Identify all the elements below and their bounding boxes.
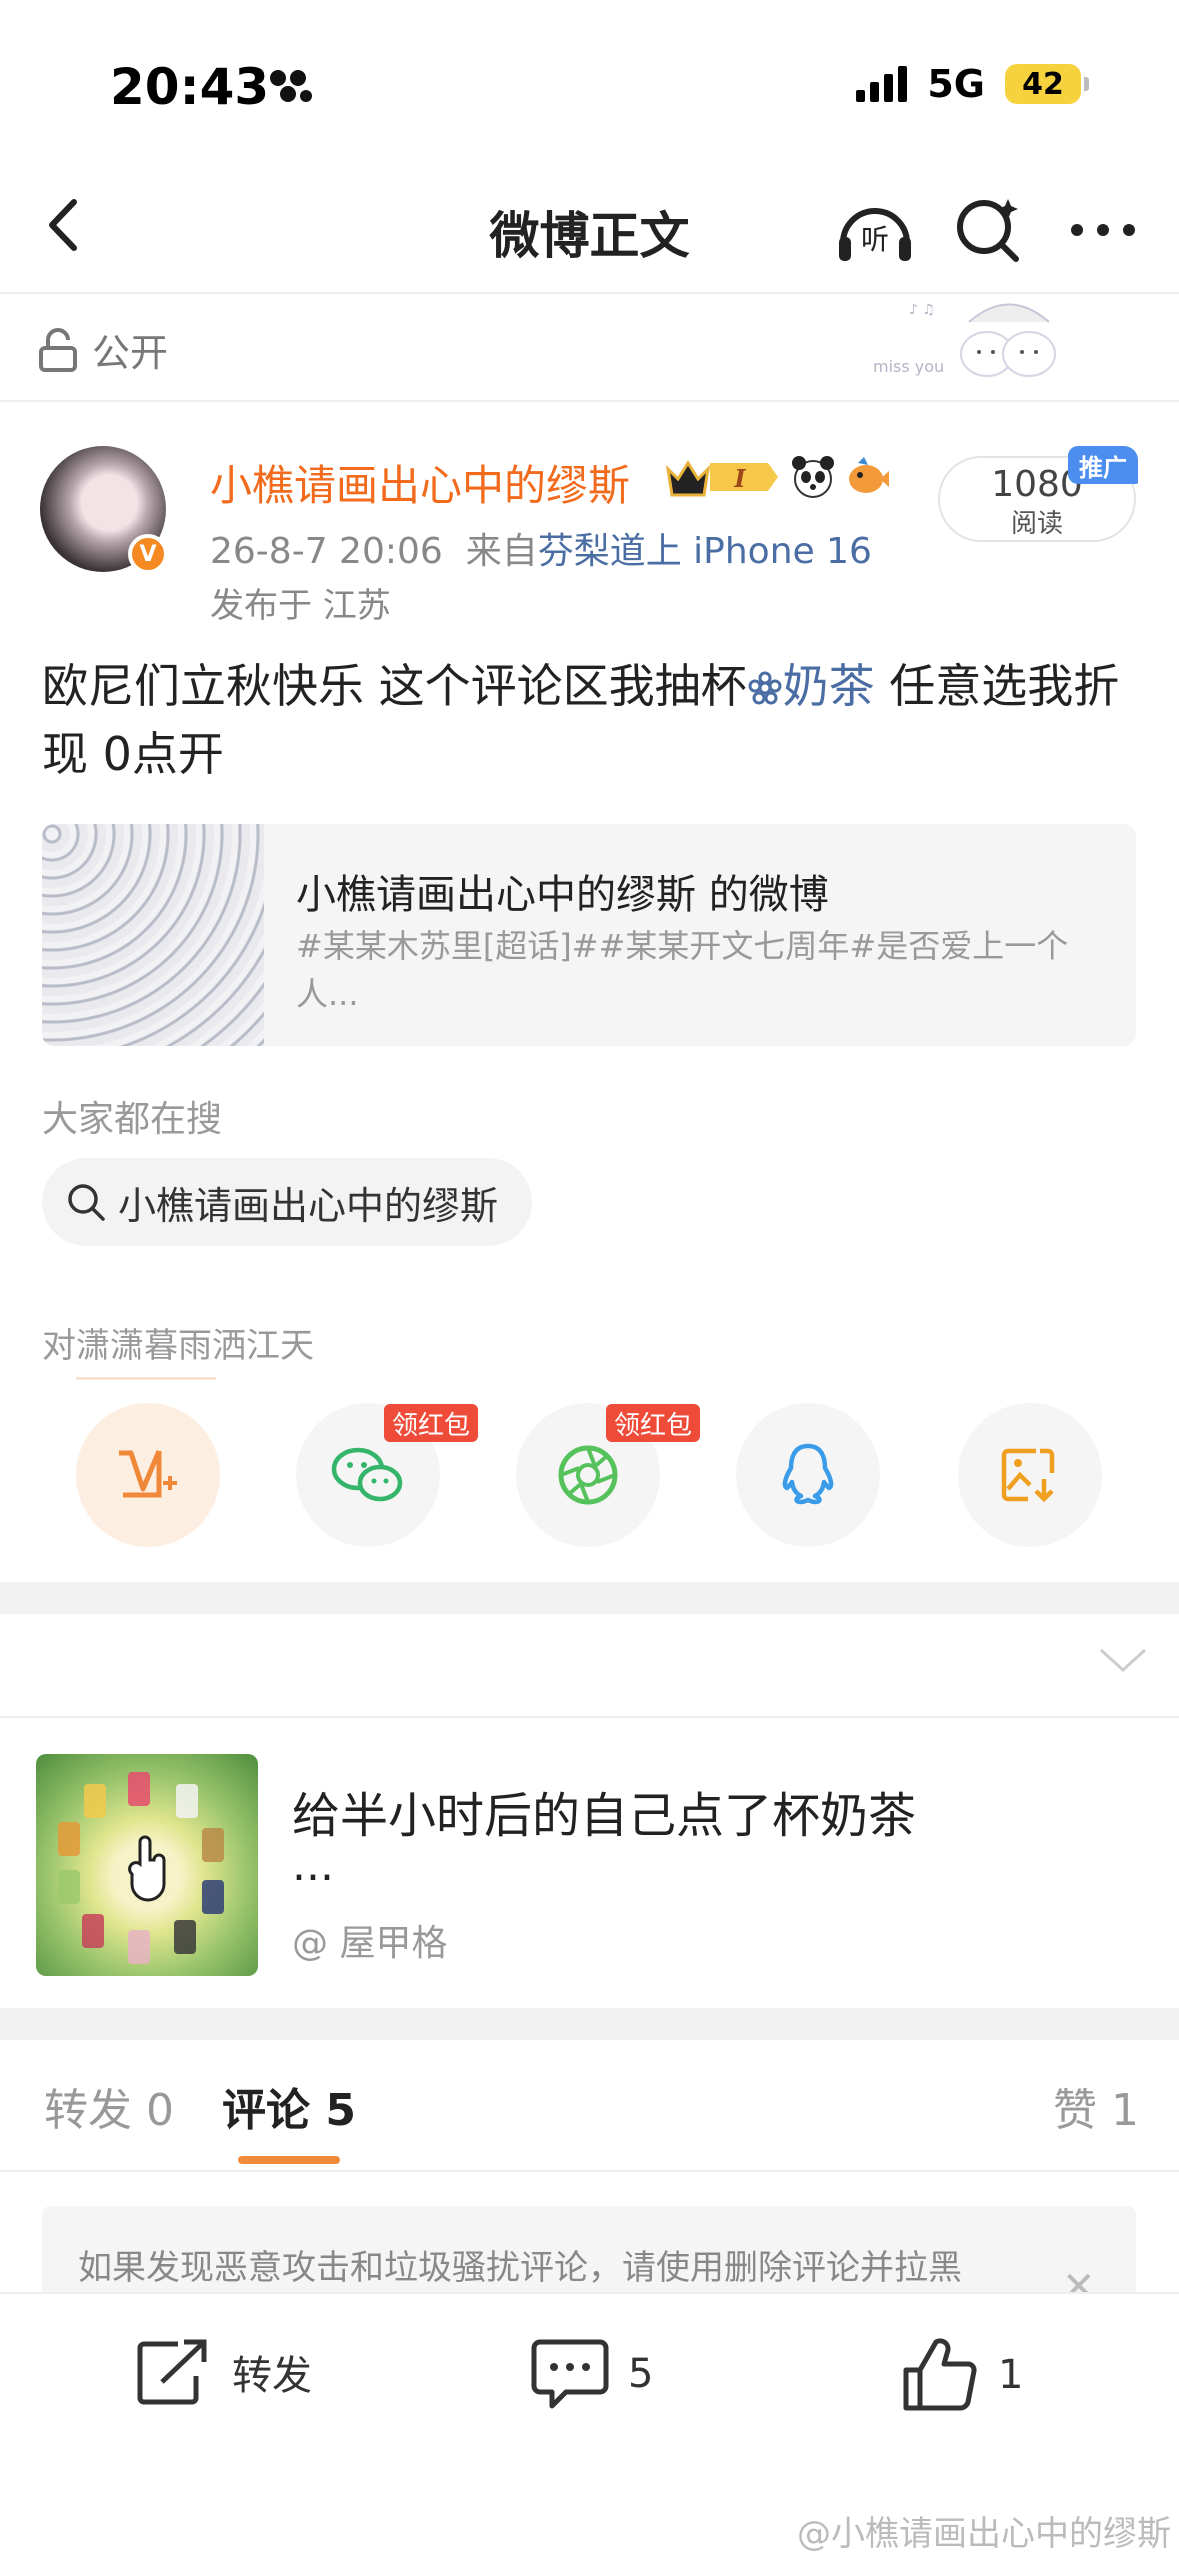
post-source-link[interactable]: 芬梨道上 iPhone 16	[538, 531, 872, 572]
comment-icon	[531, 2339, 609, 2409]
panda-icon	[792, 456, 834, 498]
tab-likes[interactable]: 赞 1	[1053, 2074, 1139, 2138]
trending-search-query: 小樵请画出心中的缪斯	[118, 1183, 499, 1228]
qq-icon	[782, 1443, 834, 1505]
app-status-icon	[270, 70, 312, 102]
quoted-title: 小樵请画出心中的缪斯 的微博	[296, 872, 829, 918]
moments-redpacket-badge: 领红包	[606, 1404, 701, 1442]
verified-badge-icon: V	[128, 534, 168, 574]
user-badges: I	[664, 455, 890, 499]
qq-share-button[interactable]	[736, 1403, 880, 1547]
tab-repost[interactable]: 转发 0	[44, 2074, 174, 2138]
post-meta: 26-8-7 20:06 来自芬梨道上 iPhone 16	[210, 522, 872, 574]
milk-tea-cups-image	[58, 1772, 224, 1964]
like-count: 1	[998, 2352, 1024, 2398]
comment-count: 5	[628, 2351, 654, 2397]
post-location: 发布于 江苏	[210, 586, 391, 626]
svg-text:miss you: miss you	[873, 357, 944, 376]
vplus-icon	[119, 1450, 177, 1498]
notice-text: 如果发现恶意攻击和垃圾骚扰评论，请使用删除评论并拉黑	[78, 2248, 962, 2288]
vplus-share-button[interactable]	[76, 1403, 220, 1547]
fish-icon	[849, 457, 889, 493]
trending-search-label: 大家都在搜	[42, 1099, 223, 1140]
quoted-weibo-card[interactable]: 小樵请画出心中的缪斯 的微博 #某某木苏里[超话]##某某开文七周年#是否爱上一…	[42, 824, 1136, 1046]
thumbs-up-icon	[903, 2338, 977, 2411]
share-arrow-icon	[137, 2339, 207, 2405]
post-username[interactable]: 小樵请画出心中的缪斯	[210, 452, 630, 513]
save-image-button[interactable]	[958, 1403, 1102, 1547]
views-label: 阅读	[1010, 509, 1063, 539]
source-prefix: 来自	[465, 531, 538, 572]
post-date: 26-8-7 20:06	[210, 531, 443, 572]
topic-link-text: 奶茶	[782, 659, 875, 713]
flower-icon	[748, 671, 782, 705]
save-image-icon	[1001, 1448, 1055, 1503]
crown-level-badge-icon: I	[665, 460, 778, 497]
repost-button[interactable]: 转发	[134, 2336, 312, 2408]
more-icon[interactable]	[1058, 190, 1148, 270]
ad-title[interactable]: 给半小时后的自己点了杯奶茶	[292, 1776, 916, 1846]
ad-author[interactable]: @ 屋甲格	[292, 1914, 447, 1966]
section-divider	[0, 400, 1179, 402]
quoted-thumbnail	[42, 824, 264, 1046]
section-gap-2	[0, 2008, 1179, 2040]
listen-icon[interactable]: 听	[830, 190, 920, 270]
visibility-row: 公开	[38, 322, 168, 377]
miss-you-sticker: miss you ♪ ♫	[873, 302, 1056, 377]
weibo-watermark: @小樵请画出心中的缪斯	[797, 2514, 1171, 2554]
like-button[interactable]: 1	[900, 2336, 1023, 2414]
repost-label: 转发	[232, 2353, 312, 2399]
svg-text:I: I	[733, 464, 746, 493]
post-text: 欧尼们立秋快乐 这个评论区我抽杯 奶茶 任意选我折现 0点开	[42, 652, 1142, 788]
tab-active-indicator	[238, 2156, 340, 2164]
moments-icon	[558, 1445, 618, 1505]
visibility-label: 公开	[92, 331, 169, 375]
ad-thumbnail[interactable]	[36, 1754, 258, 1976]
unlock-icon	[39, 327, 77, 372]
comment-button[interactable]: 5	[530, 2336, 653, 2412]
promo-tag[interactable]: 推广	[1068, 446, 1138, 484]
wechat-redpacket-badge: 领红包	[384, 1404, 479, 1442]
ad-ellipsis: ...	[292, 1840, 334, 1891]
section-gap	[0, 1582, 1179, 1614]
share-tip-line	[76, 1377, 216, 1380]
ad-divider	[0, 1716, 1179, 1718]
chevron-down-icon[interactable]	[1097, 1644, 1149, 1674]
trending-search-pill[interactable]: 小樵请画出心中的缪斯	[42, 1158, 533, 1246]
signal-icon	[856, 66, 908, 102]
tabs-divider	[0, 2170, 1179, 2172]
topic-link[interactable]: 奶茶	[747, 659, 875, 713]
status-right: 5G 42	[856, 62, 1089, 106]
quoted-subtitle: #某某木苏里[超话]##某某开文七周年#是否爱上一个人...	[296, 927, 1069, 1013]
tab-comments[interactable]: 评论 5	[222, 2074, 356, 2138]
svg-text:♪ ♫: ♪ ♫	[909, 302, 935, 318]
network-type: 5G	[927, 62, 985, 106]
wechat-icon	[331, 1447, 403, 1502]
search-icon[interactable]	[944, 190, 1034, 270]
battery-icon: 42	[1005, 64, 1089, 104]
status-time: 20:43	[110, 58, 270, 116]
svg-text:听: 听	[861, 223, 889, 256]
share-label: 对潇潇暮雨洒江天	[42, 1326, 314, 1366]
search-icon	[68, 1184, 105, 1221]
post-text-part1: 欧尼们立秋快乐 这个评论区我抽杯	[42, 659, 747, 713]
